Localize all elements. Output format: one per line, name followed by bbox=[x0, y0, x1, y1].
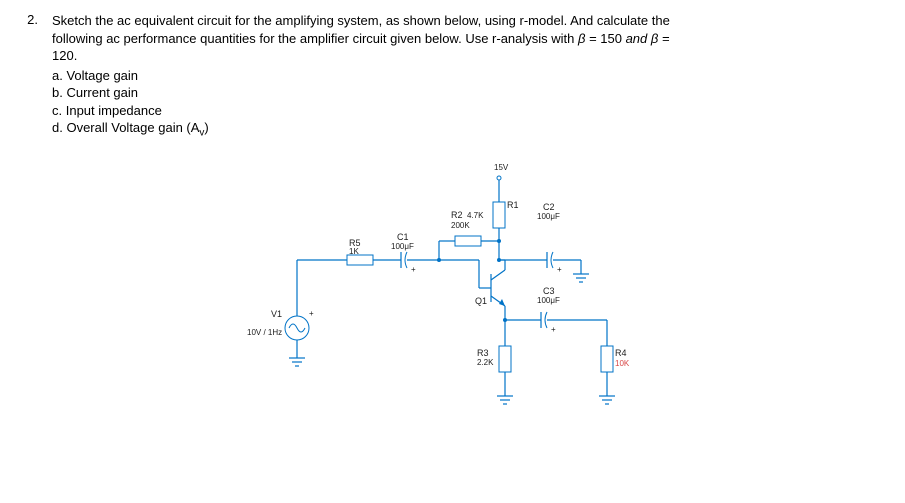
v1-val: 10V / 1Hz bbox=[247, 328, 282, 337]
r5-val: 1K bbox=[349, 247, 359, 256]
prompt-line-3: 120. bbox=[52, 47, 885, 65]
sub-c: c. Input impedance bbox=[52, 102, 885, 120]
q1-label: Q1 bbox=[475, 296, 487, 306]
c2-val: 100μF bbox=[537, 212, 560, 221]
question-number: 2. bbox=[20, 12, 38, 450]
prompt-line-1: Sketch the ac equivalent circuit for the… bbox=[52, 12, 885, 30]
r1-name: R1 bbox=[507, 200, 519, 210]
sub-questions: a. Voltage gain b. Current gain c. Input… bbox=[52, 67, 885, 141]
v1-plus: + bbox=[309, 309, 314, 318]
c3-val: 100μF bbox=[537, 296, 560, 305]
r1-val: 4.7K bbox=[467, 211, 484, 220]
c1-plus: + bbox=[411, 265, 416, 274]
question-block: 2. Sketch the ac equivalent circuit for … bbox=[20, 12, 885, 450]
prompt-line-2: following ac performance quantities for … bbox=[52, 30, 885, 48]
c3-plus: + bbox=[551, 325, 556, 334]
r3-val: 2.2K bbox=[477, 358, 494, 367]
r3-name: R3 bbox=[477, 348, 489, 358]
sub-d: d. Overall Voltage gain (Av) bbox=[52, 119, 885, 140]
r4-name: R4 bbox=[615, 348, 627, 358]
v1-name: V1 bbox=[271, 309, 282, 319]
r4-val: 10K bbox=[615, 359, 630, 368]
circuit-diagram: 15V R1 4.7K R2 200K V bbox=[52, 160, 885, 450]
question-body: Sketch the ac equivalent circuit for the… bbox=[52, 12, 885, 450]
c2-name: C2 bbox=[543, 202, 555, 212]
supply-label: 15V bbox=[494, 163, 509, 172]
c1-val: 100μF bbox=[391, 242, 414, 251]
r2-name: R2 bbox=[451, 210, 463, 220]
c2-plus: + bbox=[557, 265, 562, 274]
sub-b: b. Current gain bbox=[52, 84, 885, 102]
r2-val: 200K bbox=[451, 221, 470, 230]
c1-name: C1 bbox=[397, 232, 409, 242]
sub-a: a. Voltage gain bbox=[52, 67, 885, 85]
c3-name: C3 bbox=[543, 286, 555, 296]
